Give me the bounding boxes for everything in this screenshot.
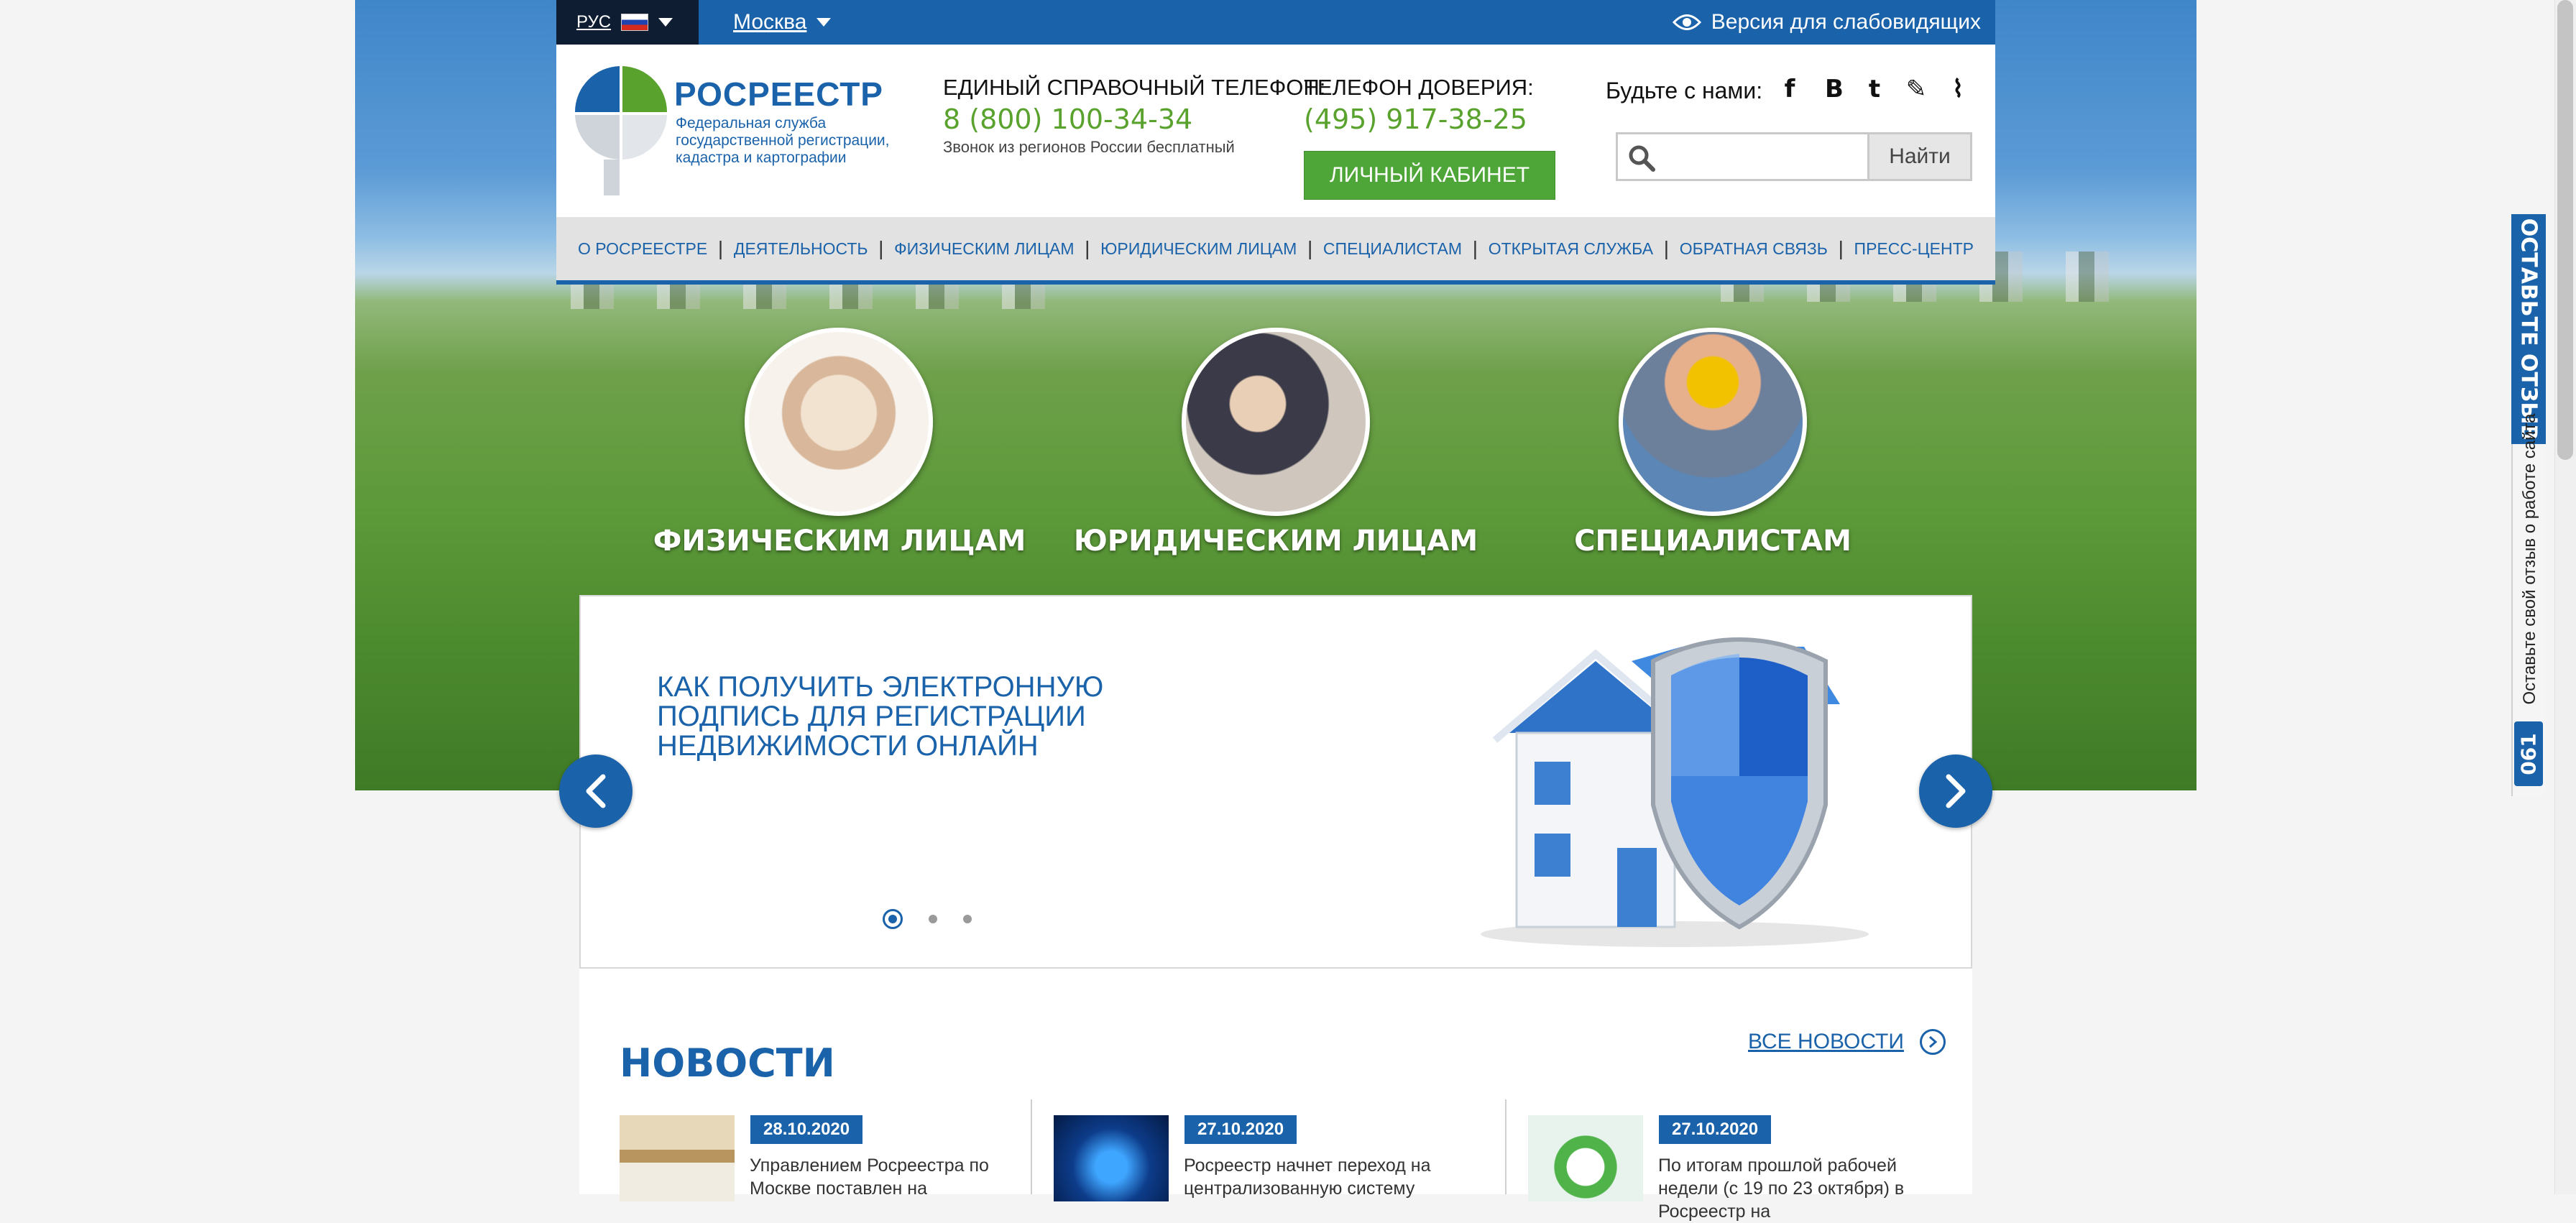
news-divider [1031,1099,1032,1194]
slider-dot-3[interactable] [963,915,972,923]
feedback-tab-header[interactable]: ОСТАВЬТЕ ОТЗЫВ [2511,214,2546,444]
chevron-down-icon [658,18,673,27]
rss-icon[interactable]: ⌇ [1945,75,1971,103]
slider-dot-2[interactable] [929,915,937,923]
scrollbar-thumb[interactable] [2557,0,2573,1193]
news-thumbnail[interactable] [1528,1115,1643,1201]
news-heading: НОВОСТИ [620,1040,835,1086]
feedback-counter-badge: 061 [2514,721,2543,786]
slide-title[interactable]: КАК ПОЛУЧИТЬ ЭЛЕКТРОННУЮ ПОДПИСЬ ДЛЯ РЕГ… [657,673,1232,761]
category-individuals[interactable]: ФИЗИЧЕСКИМ ЛИЦАМ [624,525,1055,558]
eye-icon [1672,14,1701,30]
logo-subtitle: Федеральная служба государственной регис… [676,115,890,166]
slider-pagination [883,909,972,929]
hotline-note: Звонок из регионов России бесплатный [943,138,1235,156]
nav-separator: | [878,237,884,259]
news-divider [1505,1099,1506,1194]
specialists-photo[interactable] [1619,328,1807,516]
news-text[interactable]: Управлением Росреестра по Москве поставл… [750,1154,1037,1200]
individuals-photo[interactable] [745,328,933,516]
search-input[interactable] [1616,132,1879,181]
legal-entities-photo[interactable] [1182,328,1370,516]
chevron-down-icon [816,18,832,27]
hotline-number[interactable]: 8 (800) 100-34-34 [943,103,1192,135]
category-legal-entities[interactable]: ЮРИДИЧЕСКИМ ЛИЦАМ [1060,525,1491,558]
hotline-label: ЕДИНЫЙ СПРАВОЧНЫЙ ТЕЛЕФОН: [943,75,1326,100]
nav-open-service[interactable]: ОТКРЫТАЯ СЛУЖБА [1489,239,1653,259]
livejournal-icon[interactable]: ✎ [1903,75,1929,103]
nav-specialists[interactable]: СПЕЦИАЛИСТАМ [1323,239,1462,259]
feedback-tab-title[interactable]: ОСТАВЬТЕ ОТЗЫВ [2516,218,2542,440]
nav-individuals[interactable]: ФИЗИЧЕСКИМ ЛИЦАМ [894,239,1074,259]
nav-separator: | [1663,237,1670,259]
arrow-right-icon [1919,1029,1946,1055]
vkontakte-icon[interactable]: В [1821,75,1847,103]
accessibility-label[interactable]: Версия для слабовидящих [1711,10,1981,34]
chevron-left-icon [586,774,606,808]
logo-title[interactable]: РОСРЕЕСТР [674,75,883,114]
feedback-tab-subtitle[interactable]: Оставьте свой отзыв о работе сайта [2520,413,2540,704]
russia-flag-icon [621,14,649,31]
nav-feedback[interactable]: ОБРАТНАЯ СВЯЗЬ [1680,239,1828,259]
city-selector[interactable]: Москва [733,0,832,45]
search-field[interactable] [1661,140,1836,173]
nav-separator: | [717,237,724,259]
slider-next-button[interactable] [1919,754,1992,828]
feedback-side-tab[interactable]: ОСТАВЬТЕ ОТЗЫВ Оставьте свой отзыв о раб… [2511,214,2546,796]
rosreestr-logo-icon[interactable] [575,66,667,195]
main-nav: О РОСРЕЕСТРЕ | ДЕЯТЕЛЬНОСТЬ | ФИЗИЧЕСКИМ… [556,217,1995,285]
news-thumbnail[interactable] [1054,1115,1169,1201]
feedback-counter-value: 061 [2516,732,2541,775]
slider-dot-1[interactable] [883,909,903,929]
nav-separator: | [1085,237,1090,259]
nav-separator: | [1472,237,1478,259]
search-button[interactable]: Найти [1867,132,1972,181]
trust-phone-number[interactable]: (495) 917-38-25 [1304,103,1527,135]
accessibility-link[interactable]: Версия для слабовидящих [1672,0,1981,45]
news-text[interactable]: Росреестр начнет переход на централизова… [1184,1154,1471,1200]
facebook-icon[interactable]: f [1777,75,1803,103]
nav-separator: | [1838,237,1844,259]
news-thumbnail[interactable] [620,1115,735,1201]
nav-about[interactable]: О РОСРЕЕСТРЕ [578,239,707,259]
chevron-right-icon [1946,774,1966,808]
twitter-icon[interactable]: t [1862,75,1887,103]
nav-legal-entities[interactable]: ЮРИДИЧЕСКИМ ЛИЦАМ [1100,239,1297,259]
search-icon [1629,145,1655,172]
house-shield-illustration [1481,637,1869,947]
nav-press-center[interactable]: ПРЕСС-ЦЕНТР [1854,239,1974,259]
social-label: Будьте с нами: [1606,78,1763,103]
all-news-label[interactable]: ВСЕ НОВОСТИ [1748,1030,1904,1054]
news-date: 27.10.2020 [1659,1115,1772,1144]
nav-separator: | [1307,237,1313,259]
language-switcher[interactable]: РУС [556,0,699,45]
category-specialists[interactable]: СПЕЦИАЛИСТАМ [1497,525,1928,558]
city-label[interactable]: Москва [733,10,806,34]
slider-prev-button[interactable] [559,754,632,828]
news-date: 28.10.2020 [750,1115,863,1144]
all-news-link[interactable]: ВСЕ НОВОСТИ [1748,1029,1946,1055]
nav-activity[interactable]: ДЕЯТЕЛЬНОСТЬ [734,239,868,259]
news-text[interactable]: По итогам прошлой рабочей недели (с 19 п… [1658,1154,1960,1223]
trust-phone-label: ТЕЛЕФОН ДОВЕРИЯ: [1304,75,1534,100]
language-code[interactable]: РУС [576,12,611,32]
personal-cabinet-button[interactable]: ЛИЧНЫЙ КАБИНЕТ [1304,151,1555,200]
news-date: 27.10.2020 [1184,1115,1297,1144]
